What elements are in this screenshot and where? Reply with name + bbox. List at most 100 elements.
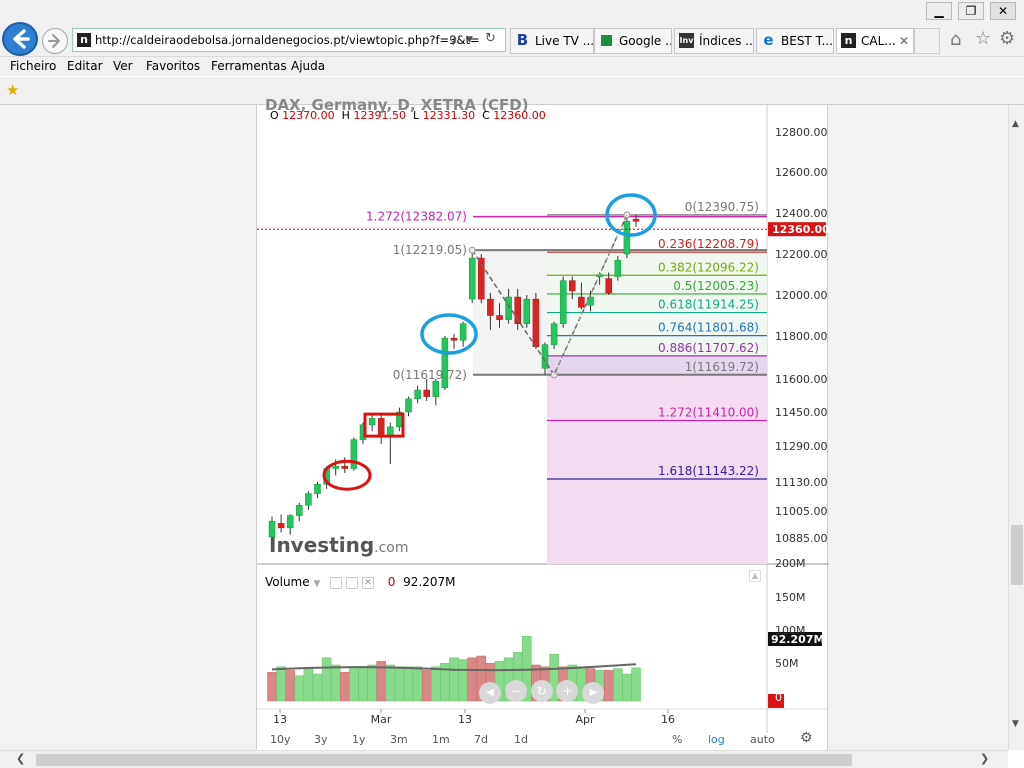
volume-bar	[458, 659, 468, 702]
timeframe-1d[interactable]: 1d	[514, 733, 528, 746]
fib-extension-label: 0(11619.72)	[393, 368, 467, 382]
candle-body	[468, 257, 476, 300]
volume-bar	[385, 664, 396, 702]
candle-body	[314, 484, 321, 494]
volume-eye-icon[interactable]	[346, 576, 359, 589]
candle-body	[368, 418, 376, 425]
menu-editar[interactable]: Editar	[67, 59, 103, 73]
candle-body	[414, 389, 421, 400]
zoom-in-icon[interactable]: +	[556, 680, 579, 702]
settings-gear-icon[interactable]: ⚙	[999, 28, 1015, 49]
vertical-scroll-thumb[interactable]	[1011, 525, 1023, 585]
volume-dropdown-icon[interactable]: ▼	[313, 579, 320, 589]
investing-icon: Inv	[679, 33, 694, 48]
tab-live-tv[interactable]: B Live TV ...	[510, 28, 594, 54]
close-tab-icon[interactable]: ✕	[899, 29, 909, 53]
fib-level-label: 1(11619.72)	[685, 360, 759, 374]
c-value: 12360.00	[493, 109, 546, 122]
horizontal-scrollbar[interactable]: ❮ ❯	[0, 750, 1008, 768]
restore-button[interactable]: ❐	[958, 2, 984, 20]
timeframe-1m[interactable]: 1m	[432, 733, 450, 746]
scroll-right-icon[interactable]: ▶	[582, 682, 605, 704]
fib-level-label: 1.618(11143.22)	[658, 464, 759, 478]
o-label: O	[270, 109, 279, 122]
vertical-scrollbar[interactable]: ▲ ▼	[1008, 105, 1024, 750]
timeframe-7d[interactable]: 7d	[474, 733, 488, 746]
horizontal-scroll-thumb[interactable]	[36, 754, 852, 766]
scroll-up-icon[interactable]: ▲	[1012, 119, 1019, 129]
refresh-icon[interactable]: ↻	[485, 29, 496, 50]
volume-bar	[412, 666, 423, 702]
volume-bar	[367, 664, 377, 702]
timeframe-1y[interactable]: 1y	[352, 733, 366, 746]
search-icon[interactable]: ⚲	[449, 29, 457, 51]
menu-ficheiro[interactable]: Ficheiro	[10, 59, 56, 73]
price-axis-label: 12600.00	[775, 166, 828, 179]
close-window-button[interactable]: ✕	[990, 2, 1016, 20]
dropdown-icon[interactable]: ▼	[466, 29, 473, 51]
price-axis-label: 12800.00	[775, 126, 828, 139]
price-axis-label: 11005.00	[775, 505, 828, 518]
favorites-star-icon[interactable]: ☆	[975, 28, 991, 49]
volume-axis-label: 150M	[775, 591, 806, 604]
volume-bar	[267, 671, 277, 702]
reset-zoom-icon[interactable]: ↻	[530, 680, 553, 702]
log-scale-button[interactable]: log	[708, 733, 725, 746]
volume-bar	[330, 664, 341, 702]
minimize-button[interactable]: ▁	[926, 2, 952, 20]
fib-level-label: 0.382(12096.22)	[658, 260, 759, 274]
address-bar[interactable]: n http://caldeiraodebolsa.jornaldenegoci…	[72, 28, 506, 52]
tab-label: BEST T...	[781, 34, 833, 48]
tab-caldeirao-active[interactable]: n CAL... ✕	[836, 28, 914, 54]
volume-bar	[303, 668, 314, 702]
fib-level-label: 0.5(12005.23)	[673, 279, 759, 293]
ohlc-readout: O 12370.00 H 12391.50 L 12331.30 C 12360…	[270, 109, 546, 122]
chart-container: 0(12390.75) 0.236(12208.79) 0.382(12096.22…	[256, 96, 829, 750]
x-axis-label: 16	[661, 713, 675, 726]
percent-scale-button[interactable]: %	[672, 733, 682, 746]
zoom-out-icon[interactable]: −	[504, 680, 527, 702]
price-axis-label: 12400.00	[775, 207, 828, 220]
last-price-label: 12360.00	[772, 223, 829, 236]
menu-ver[interactable]: Ver	[113, 59, 133, 73]
scroll-left-icon[interactable]: ◀	[479, 682, 501, 704]
volume-axis-label: 50M	[775, 657, 799, 670]
menu-ferramentas[interactable]: Ferramentas	[211, 59, 287, 73]
auto-scale-button[interactable]: auto	[750, 733, 775, 746]
price-chart[interactable]: 0(12390.75) 0.236(12208.79) 0.382(12096.22…	[257, 105, 829, 733]
scroll-left-arrow-icon[interactable]: ❮	[16, 752, 25, 765]
x-axis-label: Mar	[371, 713, 392, 726]
volume-bar	[285, 670, 295, 702]
tab-label: Google ...	[619, 34, 672, 48]
tab-google[interactable]: Google ...	[594, 28, 672, 54]
expand-icon[interactable]: ▲	[749, 570, 761, 582]
candle-body	[532, 298, 540, 348]
timeframe-3y[interactable]: 3y	[314, 733, 328, 746]
timeframe-10y[interactable]: 10y	[270, 733, 291, 746]
timeframe-3m[interactable]: 3m	[390, 733, 408, 746]
volume-current-label: 92.207M	[771, 633, 824, 646]
add-favorite-icon[interactable]: ★	[6, 81, 19, 99]
chart-settings-gear-icon[interactable]: ⚙	[800, 730, 813, 746]
volume-settings-icon[interactable]	[330, 576, 343, 589]
forward-button[interactable]	[42, 28, 68, 54]
new-tab-button[interactable]	[914, 28, 940, 54]
back-button[interactable]	[2, 22, 38, 56]
volume-axis-label: 0	[775, 691, 782, 704]
menu-ajuda[interactable]: Ajuda	[291, 59, 325, 73]
scroll-down-icon[interactable]: ▼	[1012, 719, 1019, 729]
scroll-right-arrow-icon[interactable]: ❯	[980, 752, 989, 765]
price-axis-label: 10885.00	[775, 532, 828, 545]
fib-level-label: 0.236(12208.79)	[658, 237, 759, 251]
home-icon[interactable]: ⌂	[950, 29, 961, 50]
menu-favoritos[interactable]: Favoritos	[146, 59, 200, 73]
candle-body	[632, 218, 640, 222]
h-value: 12391.50	[353, 109, 406, 122]
candle-body	[569, 280, 576, 292]
price-axis-label: 12200.00	[775, 248, 828, 261]
tab-indices[interactable]: Inv Índices ...	[674, 28, 754, 54]
volume-close-icon[interactable]: ✕	[361, 576, 374, 589]
tab-best[interactable]: e BEST T...	[756, 28, 834, 54]
price-axis-label: 12000.00	[775, 289, 828, 302]
x-axis-label: Apr	[575, 713, 595, 726]
